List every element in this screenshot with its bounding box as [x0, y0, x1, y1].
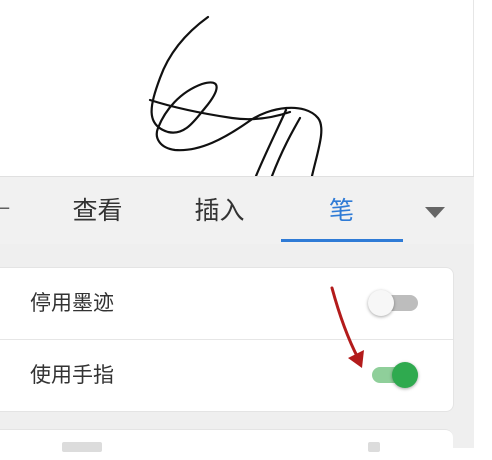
ink-stroke	[148, 15, 323, 178]
right-gutter	[473, 0, 492, 448]
tab-pen[interactable]: 笔	[294, 177, 389, 245]
toggle-thumb	[368, 290, 394, 316]
left-scroll-hint: ⌐	[0, 199, 12, 220]
setting-row-disable-ink[interactable]: 停用墨迹	[0, 268, 453, 340]
use-finger-toggle[interactable]	[368, 362, 418, 388]
ink-canvas[interactable]	[0, 0, 474, 178]
setting-label: 使用手指	[30, 363, 114, 387]
setting-row-use-finger[interactable]: 使用手指	[0, 340, 453, 411]
next-settings-card	[0, 429, 453, 460]
chevron-down-icon	[425, 207, 445, 218]
active-tab-indicator	[281, 239, 403, 242]
tab-insert[interactable]: 插入	[172, 177, 267, 245]
settings-card: 停用墨迹 使用手指	[0, 267, 454, 412]
tab-view[interactable]: 查看	[50, 177, 145, 245]
partial-control	[62, 442, 102, 452]
pen-settings-panel: 停用墨迹 使用手指	[0, 244, 474, 460]
disable-ink-toggle[interactable]	[368, 290, 418, 316]
toggle-thumb	[392, 362, 418, 388]
setting-label: 停用墨迹	[30, 291, 114, 315]
partial-control	[368, 442, 380, 452]
ribbon-tabbar: ⌐ 查看 插入 笔	[0, 176, 474, 246]
ribbon-more-button[interactable]	[418, 195, 452, 229]
